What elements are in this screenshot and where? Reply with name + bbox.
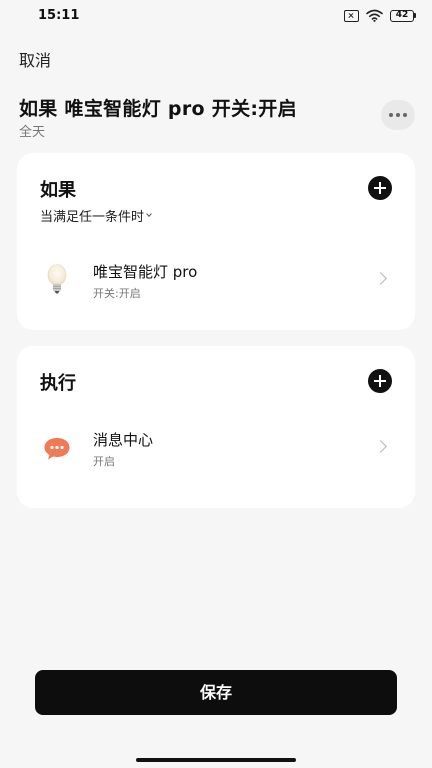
schedule-subtitle[interactable]: 全天 [19,121,45,140]
status-bar: 15:11 42 [0,0,432,34]
home-indicator[interactable] [136,758,296,762]
add-condition-button[interactable] [368,176,392,200]
if-card: 如果 当满足任一条件时 唯宝智能灯 pro 开关:开启 [17,153,415,330]
add-action-button[interactable] [368,369,392,393]
page-title: 如果 唯宝智能灯 pro 开关:开启 [19,98,297,120]
cancel-button[interactable]: 取消 [19,47,51,71]
action-name: 消息中心 [93,431,154,449]
action-status: 开启 [93,455,115,468]
chevron-right-icon [374,440,387,453]
more-options-button[interactable] [381,100,415,130]
if-section-title: 如果 [40,180,76,201]
status-time: 15:11 [38,8,80,23]
sim-off-icon [344,9,359,22]
battery-level: 42 [390,9,414,22]
wifi-icon [366,9,383,22]
then-section-title: 执行 [40,373,76,394]
condition-mode-label: 当满足任一条件时 [40,210,145,225]
status-icons: 42 [344,9,416,22]
chevron-down-icon [146,211,152,217]
condition-device-status: 开关:开启 [93,287,141,300]
then-card: 执行 消息中心 开启 [17,346,415,508]
chevron-right-icon [374,272,387,285]
more-dots-icon [389,113,393,117]
battery-icon: 42 [390,9,416,22]
condition-mode-dropdown[interactable]: 当满足任一条件时 [40,206,152,225]
save-button[interactable]: 保存 [35,670,397,715]
condition-row[interactable]: 唯宝智能灯 pro 开关:开启 [17,250,415,310]
action-row[interactable]: 消息中心 开启 [17,418,415,478]
message-bubble-icon [44,438,70,460]
automation-editor-screen: 15:11 42 取消 如果 唯宝智能灯 pro 开关:开启 全天 如果 当满足… [0,0,432,768]
light-bulb-icon [47,264,67,294]
condition-device-name: 唯宝智能灯 pro [93,263,198,281]
